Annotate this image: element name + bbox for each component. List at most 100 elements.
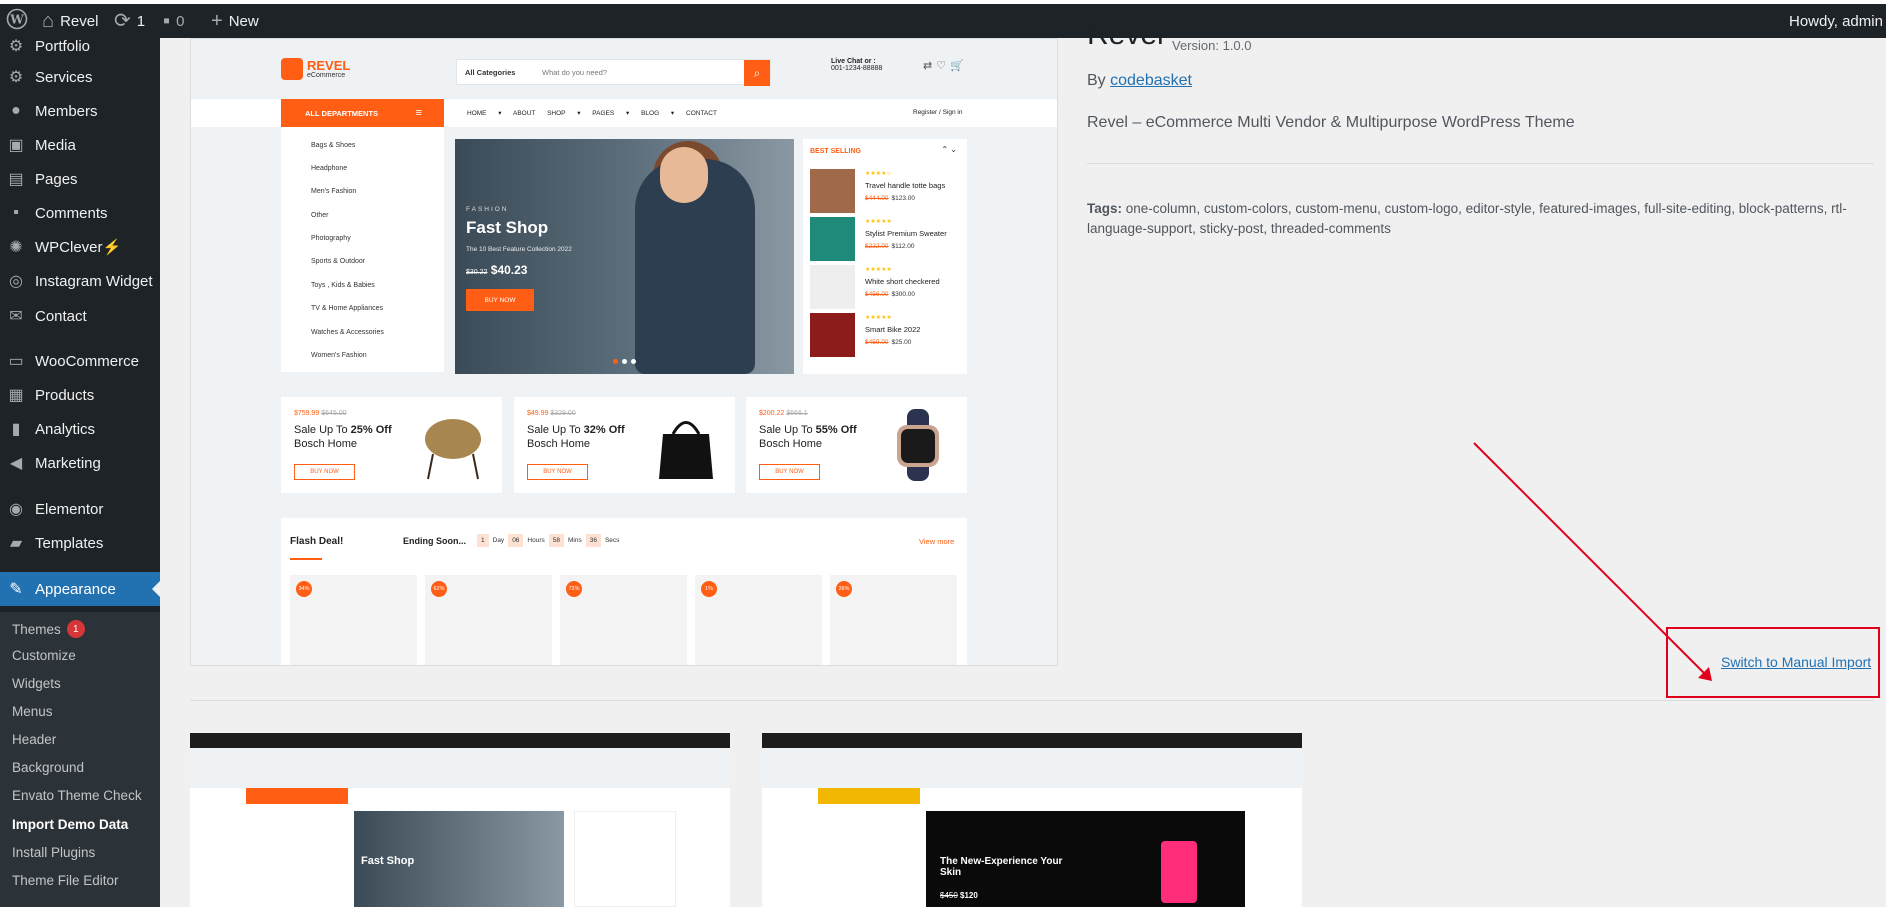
flash-product-card[interactable]: 1% (695, 575, 822, 665)
submenu-import-demo-data[interactable]: Import Demo Data (12, 817, 128, 832)
menu-elementor[interactable]: ◉ Elementor (0, 492, 160, 526)
best-item[interactable]: ★★★★☆ Travel handle totte bags $444.00 $123… (810, 169, 960, 213)
category-item[interactable]: Men's Fashion (311, 188, 356, 195)
gear-icon: ⚙ (8, 38, 24, 55)
menu-analytics[interactable]: ▮ Analytics (0, 412, 160, 446)
best-item[interactable]: ★★★★★ Smart Bike 2022 $459.00 $25.00 (810, 313, 960, 357)
shop-nav-links[interactable]: HOME ▾ ABOUT SHOP ▾ PAGES ▾ BLOG ▾ CONTA… (467, 109, 717, 117)
flash-product-card[interactable]: 34% (290, 575, 417, 665)
instagram-icon: ◎ (9, 273, 23, 290)
menu-woocommerce[interactable]: ▭ WooCommerce (0, 344, 160, 378)
category-item[interactable]: Watches & Accessories (311, 329, 384, 336)
best-item[interactable]: ★★★★★ White short checkered $456.00 $300.00 (810, 265, 960, 309)
submenu-theme-file-editor[interactable]: Theme File Editor (12, 873, 119, 888)
promo-buy-button[interactable]: BUY NOW (294, 464, 355, 480)
theme-description: Revel – eCommerce Multi Vendor & Multipu… (1087, 114, 1575, 131)
search-category: All Categories (465, 68, 516, 77)
menu-appearance[interactable]: ✎ Appearance (0, 572, 160, 606)
all-departments[interactable]: ALL DEPARTMENTS ≡ (281, 99, 444, 127)
menu-members[interactable]: ● Members (0, 94, 160, 128)
tags-label: Tags: (1087, 201, 1123, 216)
promo-buy-button[interactable]: BUY NOW (759, 464, 820, 480)
shop-search[interactable]: All Categories What do you need? ⌕ (456, 59, 771, 86)
promo-title: Sale Up To 55% Off (759, 424, 857, 436)
theme-tags: Tags: one-column, custom-colors, custom-… (1087, 199, 1847, 239)
media-icon: ▣ (8, 137, 24, 154)
menu-media[interactable]: ▣ Media (0, 128, 160, 162)
submenu-widgets[interactable]: Widgets (12, 676, 61, 691)
product-image (810, 265, 855, 309)
tags-list: one-column, custom-colors, custom-menu, … (1087, 201, 1847, 236)
thumb-best-selling (574, 811, 676, 907)
category-item[interactable]: Bags & Shoes (311, 142, 355, 149)
divider (190, 700, 1874, 701)
hero-old-price: $30.22 (466, 269, 488, 276)
menu-pages[interactable]: ▤ Pages (0, 162, 160, 196)
menu-templates[interactable]: ▰ Templates (0, 526, 160, 560)
best-item[interactable]: ★★★★★ Stylist Premium Sweater $222.00 $112.… (810, 217, 960, 261)
category-item[interactable]: Toys , Kids & Babies (311, 282, 375, 289)
carousel-arrows[interactable]: ⌃ ⌄ (941, 145, 957, 154)
current-indicator (152, 581, 160, 597)
hero-buy-button[interactable]: BUY NOW (466, 289, 534, 311)
submenu-header[interactable]: Header (12, 732, 56, 747)
menu-wpclever[interactable]: ✺ WPClever⚡ (0, 230, 160, 264)
menu-contact[interactable]: ✉ Contact (0, 299, 160, 333)
chair-image (425, 419, 481, 480)
slider-dots[interactable] (613, 359, 636, 364)
category-item[interactable]: Sports & Outdoor (311, 258, 365, 265)
theme-author: By codebasket (1087, 72, 1192, 90)
submenu-themes[interactable]: Themes 1 (12, 620, 85, 638)
submenu-label: Themes (12, 621, 61, 637)
menu-services[interactable]: ⚙ Services (0, 60, 160, 94)
thumb-hero-title: Fast Shop (361, 855, 415, 867)
switch-to-manual-import-link[interactable]: Switch to Manual Import (1721, 654, 1871, 670)
submenu-envato-theme-check[interactable]: Envato Theme Check (12, 788, 142, 803)
category-item[interactable]: TV & Home Appliances (311, 305, 383, 312)
plus-icon: + (211, 10, 223, 32)
live-chat: Live Chat or : 001-1234-88888 (831, 58, 882, 72)
menu-label: Products (35, 386, 95, 404)
archive-icon: ▦ (8, 387, 24, 404)
category-item[interactable]: Photography (311, 235, 351, 242)
menu-label: Media (35, 136, 76, 154)
flash-product-card[interactable]: 62% (425, 575, 552, 665)
author-link[interactable]: codebasket (1110, 72, 1192, 89)
flash-deal-section: Flash Deal! Ending Soon... 1 Day 06 Hours … (281, 518, 967, 665)
discount-badge: 34% (296, 581, 312, 597)
flash-product-card[interactable]: 72% (560, 575, 687, 665)
flash-product-card[interactable]: 26% (830, 575, 957, 665)
comments-link[interactable]: ▪ 0 (163, 4, 184, 38)
comment-icon: ▪ (163, 10, 171, 32)
header-icons[interactable]: ⇄♡🛒 (923, 59, 968, 72)
thumb-hero: The New-Experience Your Skin $450 $120 (926, 811, 1245, 907)
menu-label: Appearance (35, 580, 116, 598)
register-link[interactable]: Register / Sign in (913, 109, 963, 116)
new-label: New (228, 12, 259, 30)
submenu-customize[interactable]: Customize (12, 648, 76, 663)
submenu-menus[interactable]: Menus (12, 704, 53, 719)
category-item[interactable]: Women's Fashion (311, 352, 367, 359)
dept-label: ALL DEPARTMENTS (305, 108, 379, 118)
account-link[interactable]: Howdy, admin (1789, 4, 1883, 38)
submenu-install-plugins[interactable]: Install Plugins (12, 845, 95, 860)
view-more-link[interactable]: View more (919, 537, 954, 546)
thumb-header (762, 748, 1302, 788)
brush-icon: ✎ (9, 581, 23, 598)
menu-portfolio[interactable]: ⚙ Portfolio (0, 29, 160, 63)
menu-instagram-widget[interactable]: ◎ Instagram Widget (0, 264, 160, 298)
menu-label: Instagram Widget (35, 272, 153, 290)
category-item[interactable]: Headphone (311, 165, 347, 172)
demo-thumbnail-1[interactable]: Fast Shop (190, 733, 730, 907)
category-item[interactable]: Other (311, 212, 329, 219)
menu-comments[interactable]: ▪ Comments (0, 196, 160, 230)
menu-products[interactable]: ▦ Products (0, 378, 160, 412)
demo-thumbnail-2[interactable]: The New-Experience Your Skin $450 $120 (762, 733, 1302, 907)
countdown-timer: 1 Day 06 Hours 58 Mins 36 Secs (477, 534, 619, 547)
menu-marketing[interactable]: ◀ Marketing (0, 446, 160, 480)
new-content-link[interactable]: + New (211, 4, 259, 38)
theme-version: Version: 1.0.0 (1172, 38, 1252, 53)
search-icon[interactable]: ⌕ (744, 60, 770, 86)
promo-buy-button[interactable]: BUY NOW (527, 464, 588, 480)
submenu-background[interactable]: Background (12, 760, 84, 775)
